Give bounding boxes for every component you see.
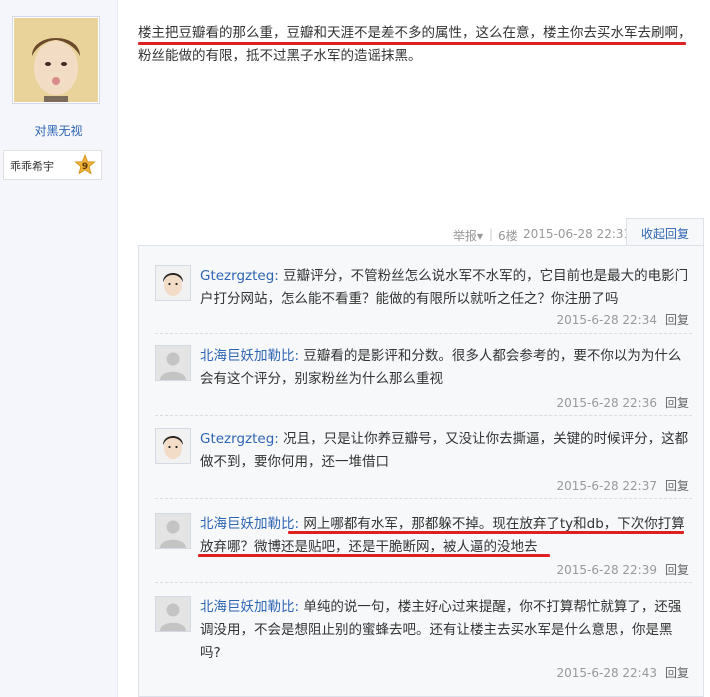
reply-text: 北海巨妖加勒比: 豆瓣看的是影评和分数。很多人都会参考的，要不你以为为什么会有这… xyxy=(200,345,692,391)
reply-username[interactable]: 北海巨妖加勒比: xyxy=(200,348,299,364)
reply-divider xyxy=(155,498,692,499)
post-content: 楼主把豆瓣看的那么重，豆瓣和天涯不是差不多的属性，这么在意，楼主你去买水军去刷啊… xyxy=(138,25,692,64)
person-silhouette-icon[interactable] xyxy=(155,596,191,632)
reply-divider xyxy=(155,582,692,583)
author-avatar[interactable] xyxy=(12,16,100,104)
highlight-underline xyxy=(198,554,550,557)
reply-username[interactable]: 北海巨妖加勒比: xyxy=(200,516,299,532)
highlight-underline xyxy=(138,42,686,45)
level-number: 9 xyxy=(82,162,88,172)
reply-text: Gtezrgzteg: 况且，只是让你养豆瓣号，又没让你去撕逼，关键的时候评分，… xyxy=(200,428,692,474)
reply-time: 2015-6-28 22:37 xyxy=(556,479,657,493)
reply-time: 2015-6-28 22:34 xyxy=(556,313,657,327)
reply-meta: 2015-6-28 22:39 回复 xyxy=(556,561,689,578)
floor-number: 6楼 xyxy=(498,229,518,243)
reply-time: 2015-6-28 22:43 xyxy=(556,666,657,680)
reply-text: 北海巨妖加勒比: 单纯的说一句，楼主好心过来提醒，你不打算帮忙就算了，还强调没用… xyxy=(200,596,692,665)
reply-meta: 2015-6-28 22:43 回复 xyxy=(556,664,689,681)
reply-text: 北海巨妖加勒比: 网上哪都有水军，那都躲不掉。现在放弃了ty和db，下次你打算放… xyxy=(200,513,692,559)
reply-divider xyxy=(155,333,692,334)
post-datetime: 2015-06-28 22:31 xyxy=(523,227,632,241)
reply-avatar[interactable] xyxy=(155,265,191,301)
reply-button[interactable]: 回复 xyxy=(665,313,689,327)
author-name[interactable]: 对黑无视 xyxy=(0,122,117,139)
meta-divider: | xyxy=(489,227,494,241)
honor-title: 乖乖希宇 xyxy=(10,160,54,173)
reply-username[interactable]: Gtezrgzteg: xyxy=(200,431,279,447)
reply-meta: 2015-6-28 22:36 回复 xyxy=(556,394,689,411)
author-avatar-image xyxy=(14,18,98,102)
person-silhouette-icon[interactable] xyxy=(155,513,191,549)
reply-divider xyxy=(155,415,692,416)
reply-button[interactable]: 回复 xyxy=(665,479,689,493)
reply-button[interactable]: 回复 xyxy=(665,563,689,577)
collapse-replies-button[interactable]: 收起回复 xyxy=(626,218,704,246)
reply-time: 2015-6-28 22:39 xyxy=(556,563,657,577)
reply-username[interactable]: Gtezrgzteg: xyxy=(200,268,279,284)
reply-meta: 2015-6-28 22:37 回复 xyxy=(556,477,689,494)
reply-username[interactable]: 北海巨妖加勒比: xyxy=(200,599,299,615)
star-badge-icon: 9 xyxy=(74,153,96,176)
reply-button[interactable]: 回复 xyxy=(665,396,689,410)
reply-text: Gtezrgzteg: 豆瓣评分，不管粉丝怎么说水军不水军的，它目前也是最大的电… xyxy=(200,265,692,311)
reply-button[interactable]: 回复 xyxy=(665,666,689,680)
reply-avatar[interactable] xyxy=(155,428,191,464)
highlight-underline xyxy=(288,531,684,534)
reply-meta: 2015-6-28 22:34 回复 xyxy=(556,311,689,328)
author-sidebar: 对黑无视 乖乖希宇 9 xyxy=(0,0,118,697)
reply-time: 2015-6-28 22:36 xyxy=(556,396,657,410)
author-honor-badge: 乖乖希宇 9 xyxy=(3,150,102,180)
person-silhouette-icon[interactable] xyxy=(155,345,191,381)
report-link[interactable]: 举报▾ xyxy=(453,227,483,244)
